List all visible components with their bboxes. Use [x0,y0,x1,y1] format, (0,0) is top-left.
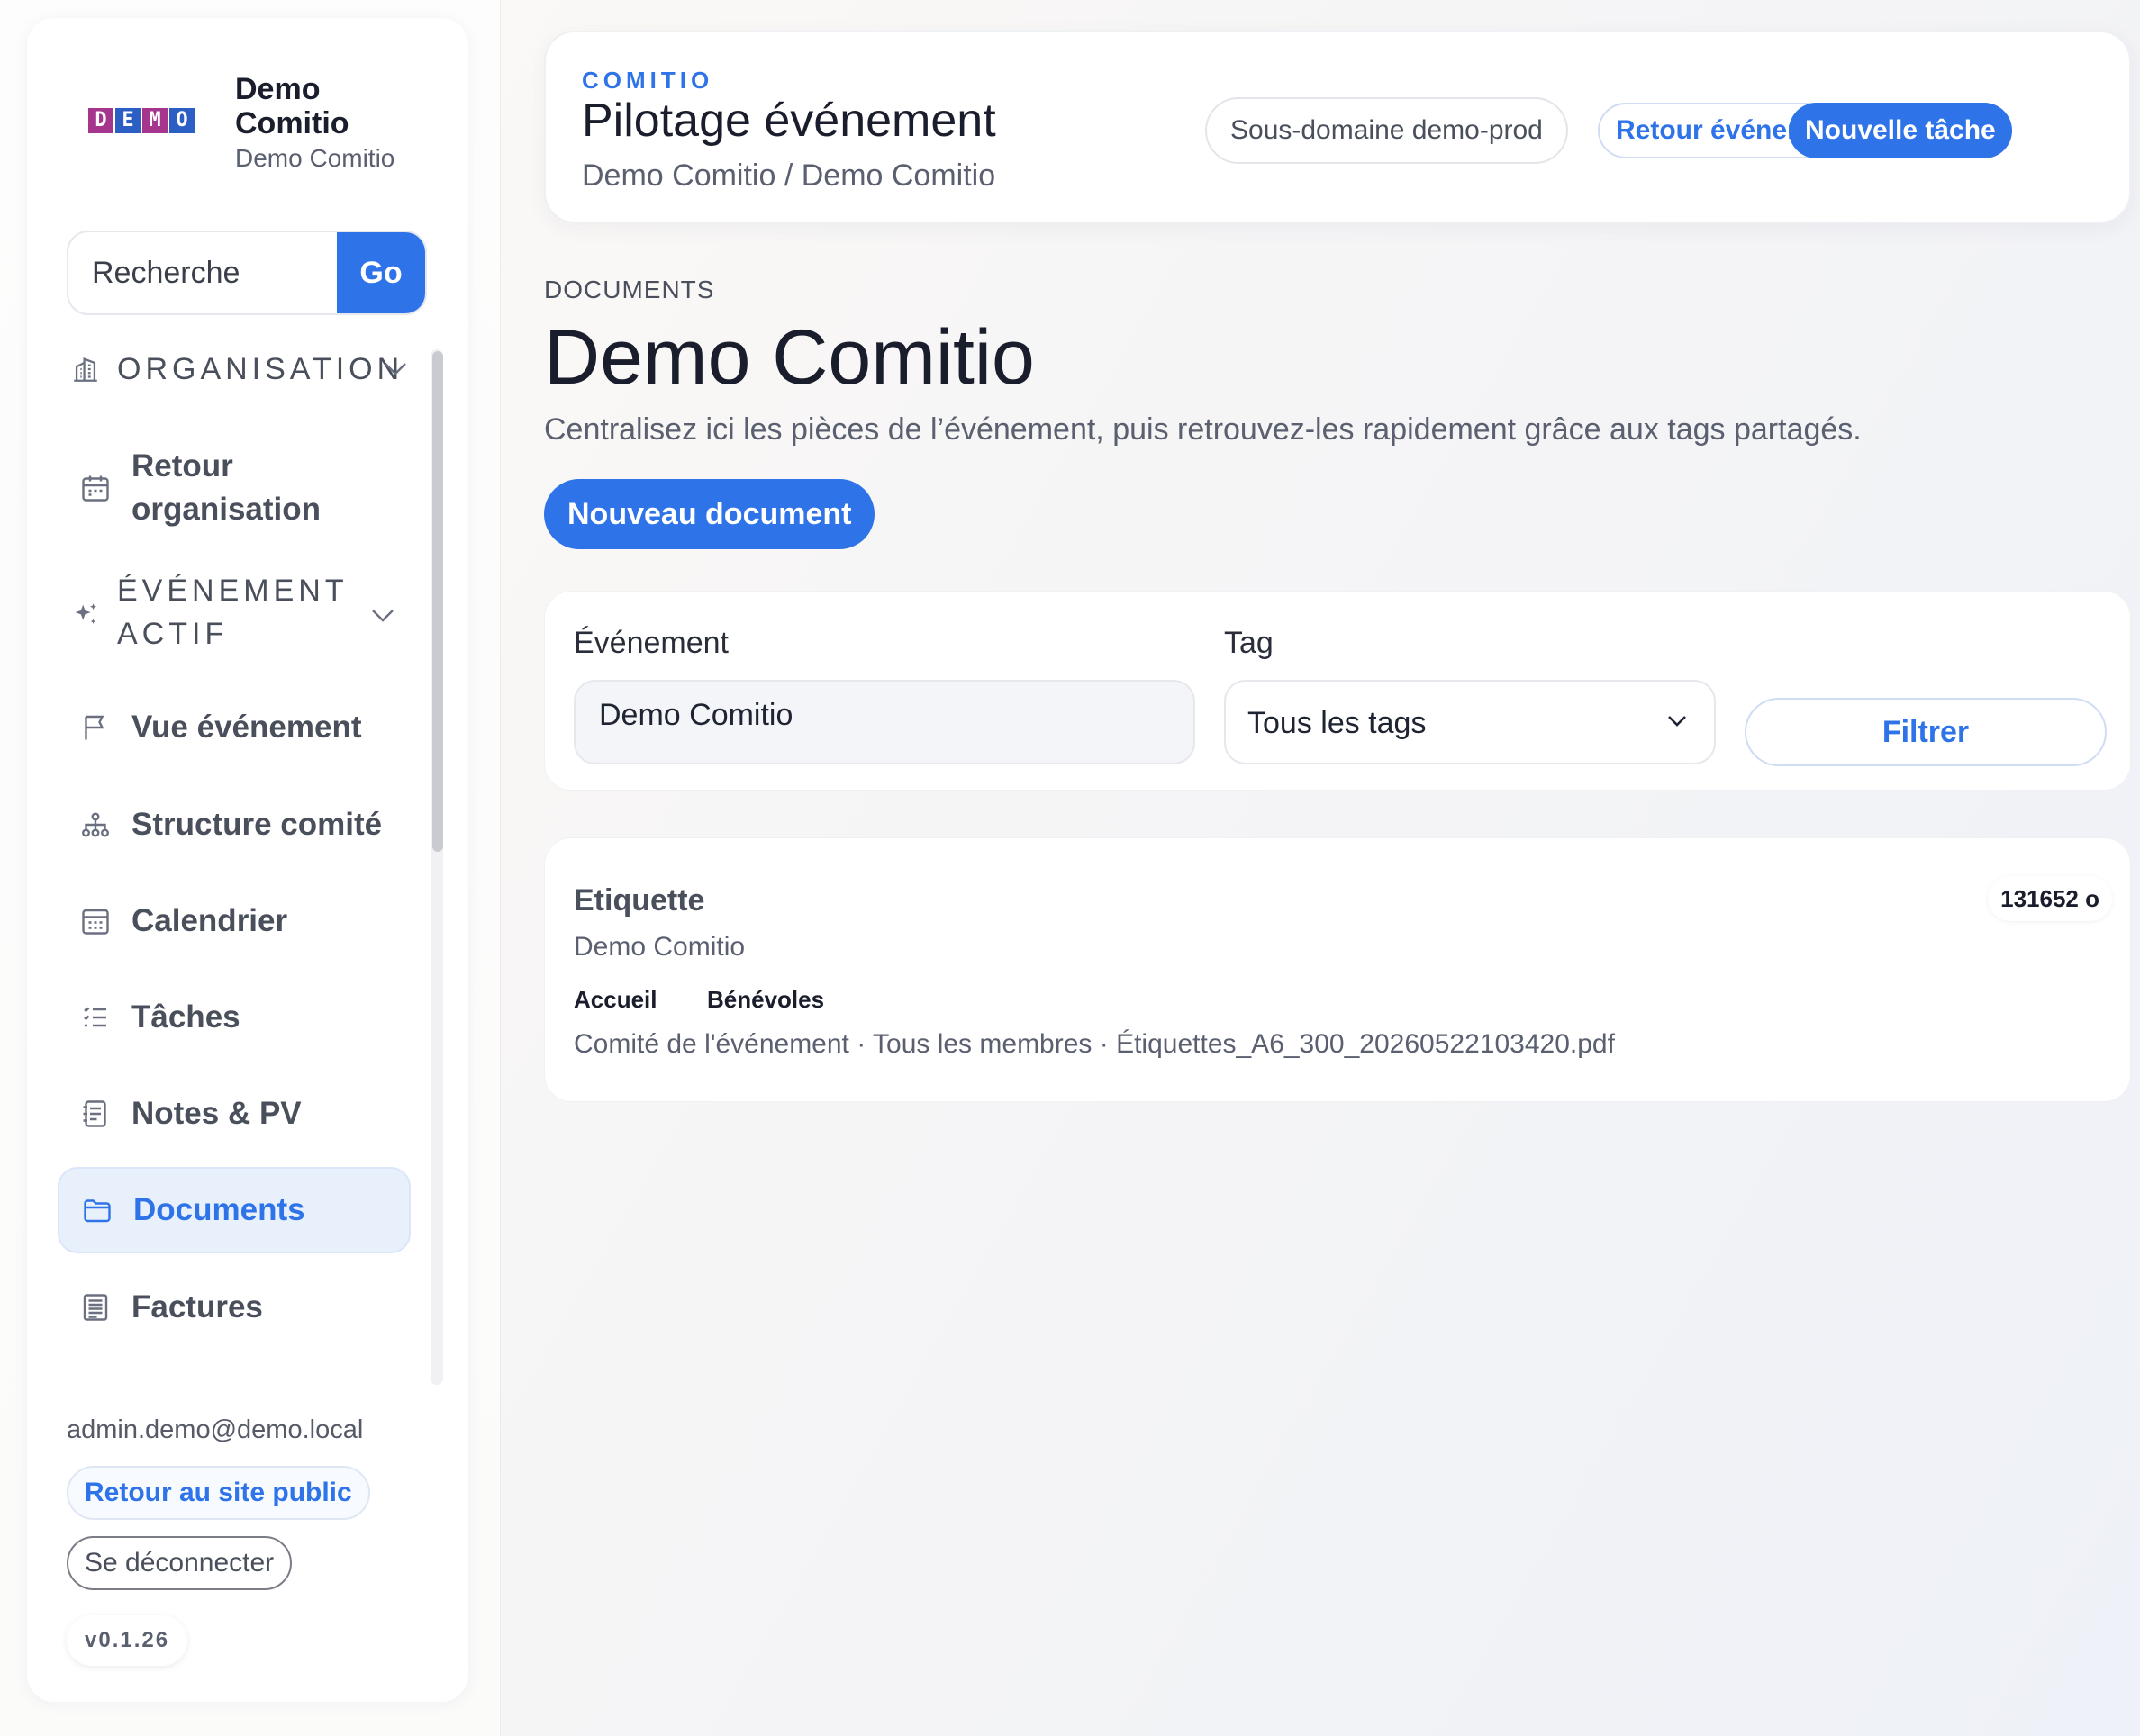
tag-select-value: Tous les tags [1247,706,1427,740]
sidebar-search: Go [67,231,427,315]
documents-title: Demo Comitio [544,314,1035,401]
invoice-icon [83,1294,108,1321]
chevron-down-icon[interactable] [369,605,396,625]
tag-filter-label: Tag [1224,626,1274,660]
new-document-button[interactable]: Nouveau document [544,479,875,549]
org-chart-icon [81,812,109,837]
calendar-grid-icon [82,475,109,502]
logout-button[interactable]: Se déconnecter [67,1536,293,1590]
page-title: Pilotage événement [582,95,996,147]
filter-panel: Événement Demo Comitio Tag Tous les tags… [544,591,2131,791]
sidebar-item-vue-evenement[interactable]: Vue événement [58,684,411,771]
section-eyebrow: DOCUMENTS [544,276,715,303]
section-label: ÉVÉNEMENT ACTIF [117,574,348,651]
notes-icon [83,1100,106,1127]
user-email: admin.demo@demo.local [67,1415,364,1444]
section-label: ORGANISATION [117,352,404,386]
calendar-icon [82,909,109,935]
brand-eyebrow: COMITIO [582,67,714,94]
new-task-button[interactable]: Nouvelle tâche [1789,103,2012,158]
tag-chip: Bénévoles [694,979,838,1020]
sidebar-item-label: Calendrier [131,903,288,938]
sidebar-item-factures[interactable]: Factures [58,1264,411,1351]
public-site-link[interactable]: Retour au site public [67,1466,370,1520]
tag-select[interactable]: Tous les tags [1224,680,1716,764]
sidebar-item-taches[interactable]: Tâches [58,974,411,1061]
brand-logo: D E M O [88,108,195,133]
logo-letter: E [115,108,141,133]
documents-description: Centralisez ici les pièces de l’événemen… [544,412,1862,447]
tag-chip: Accueil [561,979,670,1020]
sidebar-item-documents[interactable]: Documents [58,1167,411,1253]
sidebar-item-label: Documents [133,1192,305,1227]
document-card[interactable]: Etiquette Demo Comitio Accueil Bénévoles… [544,837,2131,1102]
sidebar-item-retour-organisation[interactable]: Retour organisation [58,436,411,540]
org-subtitle: Demo Comitio [235,144,395,172]
section-organisation[interactable]: ORGANISATION [70,348,404,391]
filter-button[interactable]: Filtrer [1745,698,2107,766]
flag-icon [85,715,104,740]
sidebar-item-calendrier[interactable]: Calendrier [58,878,411,964]
sidebar-item-label: Tâches [131,999,240,1035]
sidebar-item-label: Factures [131,1289,263,1325]
event-filter-label: Événement [574,626,729,660]
document-event: Demo Comitio [574,932,746,962]
section-evenement-actif[interactable]: ÉVÉNEMENT ACTIF [70,569,351,656]
event-filter-field[interactable]: Demo Comitio [574,680,1195,764]
top-header: COMITIO Pilotage événement Demo Comitio … [544,31,2131,223]
chevron-down-icon[interactable] [382,358,409,378]
checklist-icon [84,1007,106,1027]
version-badge: v0.1.26 [67,1615,188,1666]
document-meta: Comité de l'événement · Tous les membres… [574,1029,1615,1059]
subdomain-button[interactable]: Sous-domaine demo-prod [1205,97,1568,164]
file-size-badge: 131652 o [1988,876,2112,921]
sidebar-item-label: Structure comité [131,807,383,842]
sparkles-icon [75,603,97,624]
sidebar: D E M O Demo Comitio Demo Comitio Go ORG… [0,0,501,1736]
search-go-button[interactable]: Go [337,232,425,313]
sidebar-scrollbar-thumb[interactable] [432,351,443,852]
document-name[interactable]: Etiquette [574,883,704,918]
search-input[interactable] [68,232,339,313]
breadcrumb: Demo Comitio / Demo Comitio [582,158,996,193]
org-name: Demo Comitio [235,72,349,140]
chevron-down-icon [1668,716,1686,727]
sidebar-item-label: Notes & PV [131,1096,302,1131]
sidebar-item-notes-pv[interactable]: Notes & PV [58,1071,411,1157]
logo-letter: M [142,108,168,133]
building-icon [74,357,97,382]
sidebar-item-structure-comite[interactable]: Structure comité [58,782,411,868]
sidebar-item-label: Vue événement [131,710,362,745]
sidebar-item-label: Retour organisation [131,448,322,527]
logo-letter: O [169,108,195,133]
folder-icon [84,1199,111,1223]
logo-letter: D [88,108,113,133]
